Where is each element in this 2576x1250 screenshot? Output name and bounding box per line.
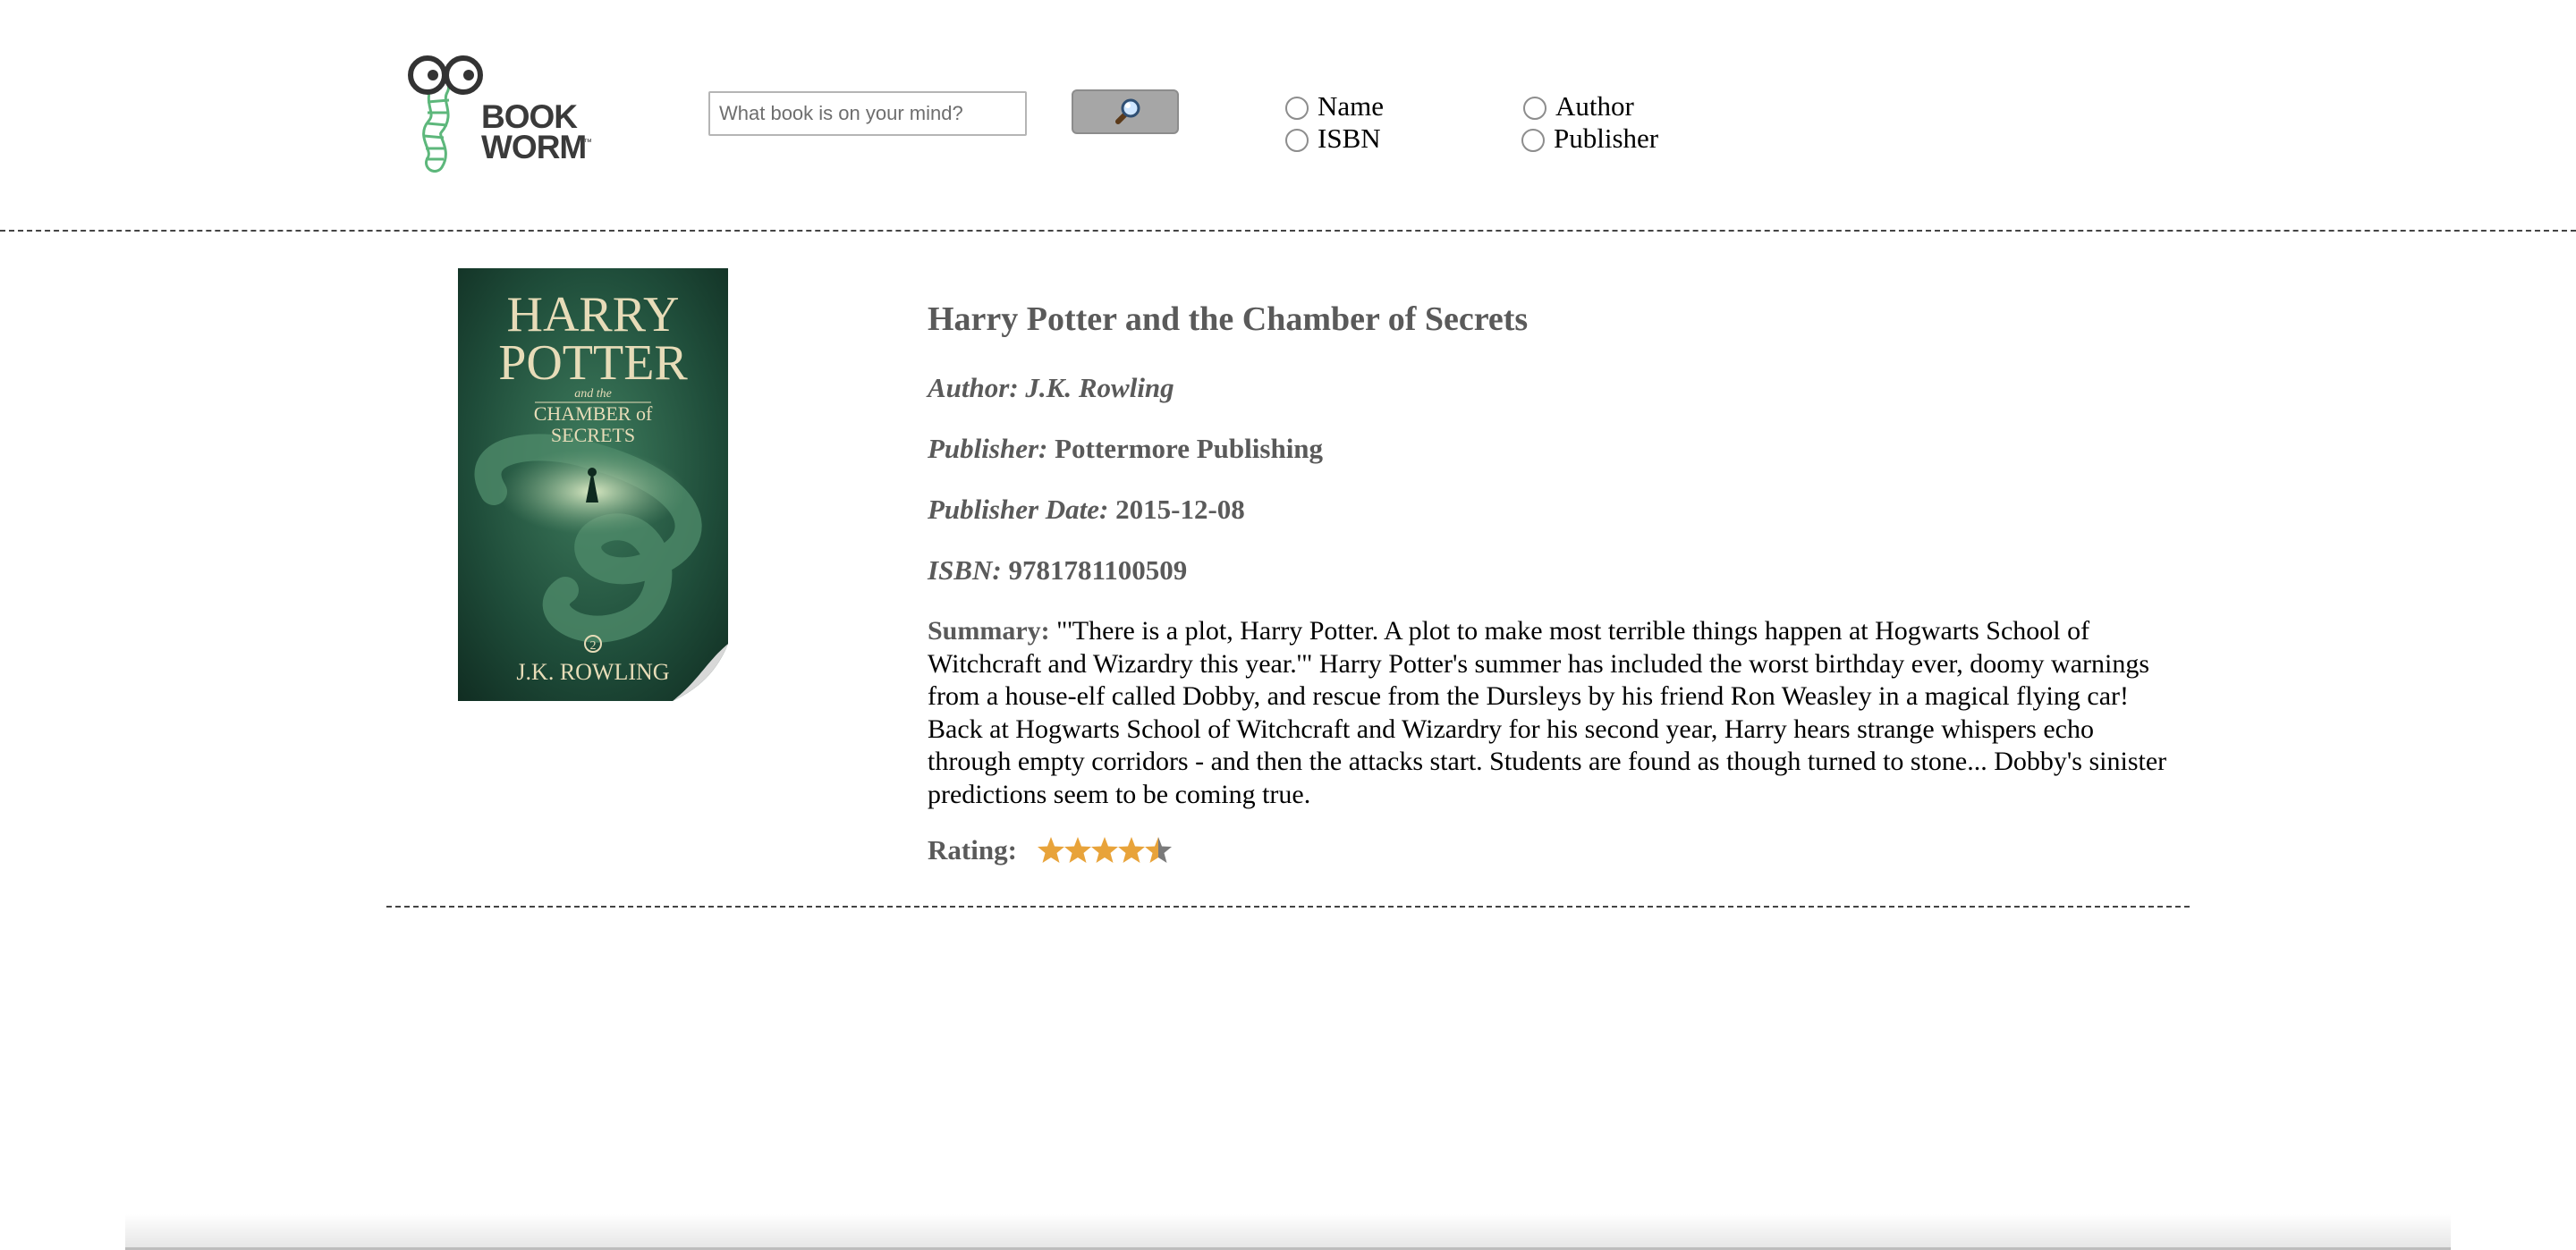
author-value: J.K. Rowling [1025,372,1174,403]
rating-label: Rating: [928,834,1017,866]
isbn-value: 9781781100509 [1008,554,1188,586]
cover-subtitle-small: and the [574,387,612,401]
book-publisher: Publisher: Pottermore Publishing [928,433,2180,465]
radio-label-publisher: Publisher [1554,122,1659,154]
radio-author[interactable] [1523,96,1546,120]
logo-text: BOOK WORM [481,98,587,165]
book-author: Author: J.K. Rowling [928,372,2180,404]
cover-author: J.K. ROWLING [516,659,669,685]
cover-title-line2: POTTER [498,335,688,391]
cover-subtitle-line2: SECRETS [551,424,635,446]
book-isbn: ISBN: 9781781100509 [928,554,2180,587]
book-cover[interactable]: HARRY POTTER and the CHAMBER of SECRETS … [458,268,728,701]
book-publisher-date: Publisher Date: 2015-12-08 [928,494,2180,526]
radio-label-isbn: ISBN [1318,122,1381,154]
search-input[interactable] [708,91,1027,136]
summary-text: "'There is a plot, Harry Potter. A plot … [928,616,2167,809]
book-cover-image: HARRY POTTER and the CHAMBER of SECRETS … [458,268,728,701]
cover-subtitle-line1: CHAMBER of [534,402,653,425]
footer-shadow [125,1214,2451,1250]
book-rating: Rating: [928,834,2180,866]
publisher-label: Publisher: [928,433,1048,464]
star-icon [1144,837,1172,863]
star-icon [1117,837,1145,863]
content-divider [386,906,2190,908]
star-icon [1063,837,1091,863]
publisher-date-value: 2015-12-08 [1115,494,1245,525]
author-label: Author: [928,372,1019,403]
rating-stars [1037,836,1172,865]
isbn-label: ISBN: [928,554,1002,586]
radio-name[interactable] [1285,96,1309,120]
radio-isbn[interactable] [1285,128,1309,152]
radio-option-publisher[interactable]: Publisher [1521,122,1658,155]
publisher-value: Pottermore Publishing [1055,433,1324,464]
book-summary: Summary: "'There is a plot, Harry Potter… [928,615,2180,811]
cover-volume: 2 [590,639,597,653]
radio-publisher[interactable] [1521,128,1545,152]
magnifier-icon [1115,98,1140,124]
radio-option-isbn[interactable]: ISBN [1285,122,1381,155]
radio-label-author: Author [1555,90,1634,122]
star-icon [1090,837,1118,863]
bookworm-logo[interactable]: BOOK WORM ™ [408,48,601,173]
star-icon [1037,837,1064,863]
site-header: BOOK WORM ™ Name Author ISBN Publisher [0,0,2576,231]
radio-option-author[interactable]: Author [1523,89,1634,122]
search-button[interactable] [1072,89,1179,134]
header-divider [0,230,2576,232]
radio-label-name: Name [1318,90,1385,122]
summary-label: Summary: [928,616,1050,646]
radio-option-name[interactable]: Name [1285,89,1384,122]
publisher-date-label: Publisher Date: [928,494,1109,525]
cover-title-line1: HARRY [507,287,680,342]
book-title: Harry Potter and the Chamber of Secrets [928,300,1529,338]
logo-trademark: ™ [583,138,592,148]
book-details: Harry Potter and the Chamber of Secrets … [928,295,2180,866]
